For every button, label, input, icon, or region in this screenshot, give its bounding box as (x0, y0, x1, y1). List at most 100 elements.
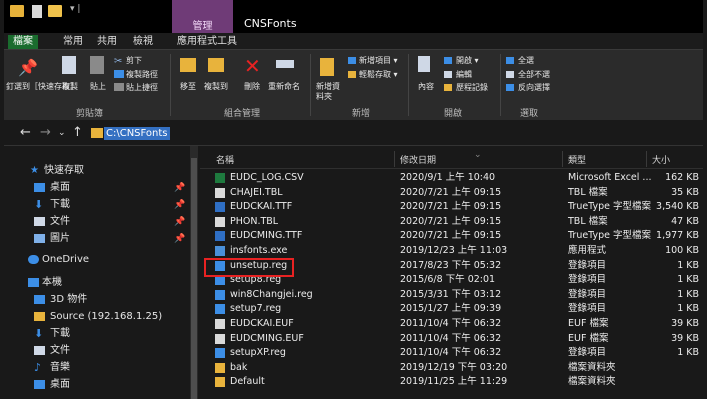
paste-icon (90, 56, 104, 74)
invert-selection-button[interactable]: 反向選擇 (518, 83, 550, 93)
easy-access-button[interactable]: 輕鬆存取 ▾ (359, 70, 398, 80)
back-arrow-icon[interactable]: ← (20, 125, 31, 140)
file-name: CHAJEI.TBL (230, 186, 283, 198)
download-icon: ⬇ (34, 327, 44, 340)
file-name: PHON.TBL (230, 215, 279, 227)
file-row[interactable]: insfonts.exe 2019/12/23 上午 11:03 應用程式 100 K… (200, 243, 703, 258)
select-all-button[interactable]: 全選 (518, 56, 534, 66)
cut-button[interactable]: 剪下 (126, 56, 142, 66)
tab-app-tools[interactable]: 應用程式工具 (172, 35, 242, 49)
nav-pane-scrollbar-thumb[interactable] (191, 158, 197, 399)
file-row[interactable]: win8Changjei.reg 2015/3/31 下午 03:12 登錄項目 1 … (200, 287, 703, 302)
file-size: 162 KB (665, 172, 699, 183)
tab-file[interactable]: 檔案 (8, 35, 38, 49)
file-size: 100 KB (665, 245, 699, 256)
file-row[interactable]: PHON.TBL 2020/7/21 上午 09:15 TBL 檔案 47 KB (200, 214, 703, 229)
paste-button[interactable]: 貼上 (90, 82, 106, 92)
registry-icon (215, 348, 225, 359)
file-row[interactable]: setup7.reg 2015/1/27 上午 09:39 登錄項目 1 KB (200, 301, 703, 316)
file-size: 1 KB (677, 288, 699, 300)
pin-icon[interactable]: 📌 (174, 217, 185, 227)
column-divider[interactable] (562, 151, 563, 167)
properties-button[interactable]: 內容 (418, 82, 434, 92)
group-label-new: 新增 (352, 109, 371, 119)
download-icon: ⬇ (34, 198, 44, 211)
file-size: 1 KB (677, 303, 699, 315)
open-button[interactable]: 開啟 ▾ (456, 56, 479, 66)
recent-locations-chevron-icon[interactable]: ⌄ (58, 128, 66, 138)
customize-toolbar-icon[interactable]: ▾ | (70, 4, 80, 14)
group-label-clipboard: 剪貼簿 (76, 109, 104, 119)
properties-icon[interactable] (32, 5, 42, 18)
forward-arrow-icon[interactable]: → (40, 125, 51, 140)
pin-icon[interactable]: 📌 (174, 200, 185, 210)
file-explorer-window: ▾ | 管理 CNSFonts 檔案 常用 共用 檢視 應用程式工具 📌 釘選到… (4, 0, 703, 399)
tab-share[interactable]: 共用 (92, 35, 122, 49)
navigation-pane: ★ 快速存取 桌面 ⬇ 下載 文件 圖片 📌 📌 📌 📌 OneDrive 本機… (4, 146, 196, 399)
file-row[interactable]: Default 2019/11/25 上午 11:29 檔案資料夾 (200, 374, 703, 389)
ribbon-divider (500, 54, 501, 116)
copy-to-button[interactable]: 複製到 (204, 82, 228, 92)
new-folder-icon[interactable] (48, 5, 62, 17)
file-row[interactable]: EUDCMING.EUF 2011/10/4 下午 06:32 EUF 檔案 39 K… (200, 331, 703, 346)
pin-icon[interactable]: 📌 (174, 183, 185, 193)
edit-icon (444, 71, 452, 78)
document-icon (34, 346, 45, 355)
copy-button[interactable]: 複製 (62, 82, 78, 92)
open-icon (444, 57, 452, 64)
column-header-size[interactable]: 大小 (652, 153, 670, 166)
pin-icon[interactable]: 📌 (174, 234, 185, 244)
file-row[interactable]: EUDC_LOG.CSV 2020/9/1 上午 10:40 Microsoft E… (200, 170, 703, 185)
move-to-button[interactable]: 移至 (180, 82, 196, 92)
file-row[interactable]: EUDCKAI.TTF 2020/7/21 上午 09:15 TrueType 字型… (200, 199, 703, 214)
history-button[interactable]: 歷程記錄 (456, 83, 488, 93)
file-size: 1 KB (677, 259, 699, 271)
nav-item-label: 快速存取 (44, 165, 84, 176)
file-type: 登錄項目 (568, 347, 607, 359)
up-arrow-icon[interactable]: ↑ (72, 125, 83, 140)
file-row[interactable]: EUDCKAI.EUF 2011/10/4 下午 06:32 EUF 檔案 39 KB (200, 316, 703, 331)
new-item-button[interactable]: 新增項目 ▾ (359, 56, 398, 66)
nav-item-label: 桌面 (50, 182, 70, 193)
column-divider[interactable] (394, 151, 395, 167)
file-date: 2020/7/21 上午 09:15 (400, 230, 502, 242)
file-date: 2020/7/21 上午 09:15 (400, 186, 502, 198)
properties-icon (418, 56, 430, 72)
paste-shortcut-button[interactable]: 貼上捷徑 (126, 83, 158, 93)
column-header-name[interactable]: 名稱 (216, 153, 234, 166)
copy-path-icon (114, 70, 124, 78)
nav-item-label: 3D 物件 (50, 294, 88, 305)
folder-icon[interactable] (10, 5, 24, 17)
column-header-type[interactable]: 類型 (568, 153, 586, 166)
ribbon: 📌 釘選到［快速存取］ 複製 貼上 ✂ 剪下 複製路徑 貼上捷徑 剪貼簿 移至 … (4, 49, 703, 120)
registry-icon (215, 289, 225, 300)
tab-home[interactable]: 常用 (58, 35, 88, 49)
file-name: setup7.reg (230, 303, 282, 315)
pin-icon: 📌 (18, 58, 38, 77)
column-divider[interactable] (646, 151, 647, 167)
file-row[interactable]: setupXP.reg 2011/10/4 下午 06:32 登錄項目 1 KB (200, 345, 703, 360)
file-name: EUDCMING.TTF (230, 230, 303, 242)
picture-icon (34, 234, 45, 243)
cloud-icon (28, 255, 39, 264)
file-row[interactable]: EUDCMING.TTF 2020/7/21 上午 09:15 TrueType 字… (200, 228, 703, 243)
desktop-icon (34, 183, 45, 192)
file-date: 2011/10/4 下午 06:32 (400, 347, 502, 359)
new-folder-button[interactable]: 新增資料夾 (316, 82, 346, 102)
edit-button[interactable]: 編輯 (456, 70, 472, 80)
tab-view[interactable]: 檢視 (128, 35, 158, 49)
folder-icon (91, 128, 103, 138)
column-header-date[interactable]: 修改日期 (400, 153, 436, 166)
copy-path-button[interactable]: 複製路徑 (126, 70, 158, 80)
delete-button[interactable]: 刪除 (244, 82, 260, 92)
context-tab-manage[interactable]: 管理 (172, 17, 233, 32)
file-row[interactable]: CHAJEI.TBL 2020/7/21 上午 09:15 TBL 檔案 35 KB (200, 185, 703, 200)
rename-button[interactable]: 重新命名 (268, 82, 300, 92)
select-none-button[interactable]: 全部不選 (518, 70, 550, 80)
address-path-input[interactable]: C:\CNSFonts (104, 127, 170, 140)
file-size: 3,540 KB (656, 201, 699, 213)
file-type: 應用程式 (568, 245, 607, 256)
file-name: EUDCKAI.EUF (230, 318, 294, 329)
file-list-header: 名稱 修改日期 ⌄ 類型 大小 (200, 148, 703, 169)
file-row[interactable]: bak 2019/12/19 下午 03:20 檔案資料夾 (200, 360, 703, 375)
